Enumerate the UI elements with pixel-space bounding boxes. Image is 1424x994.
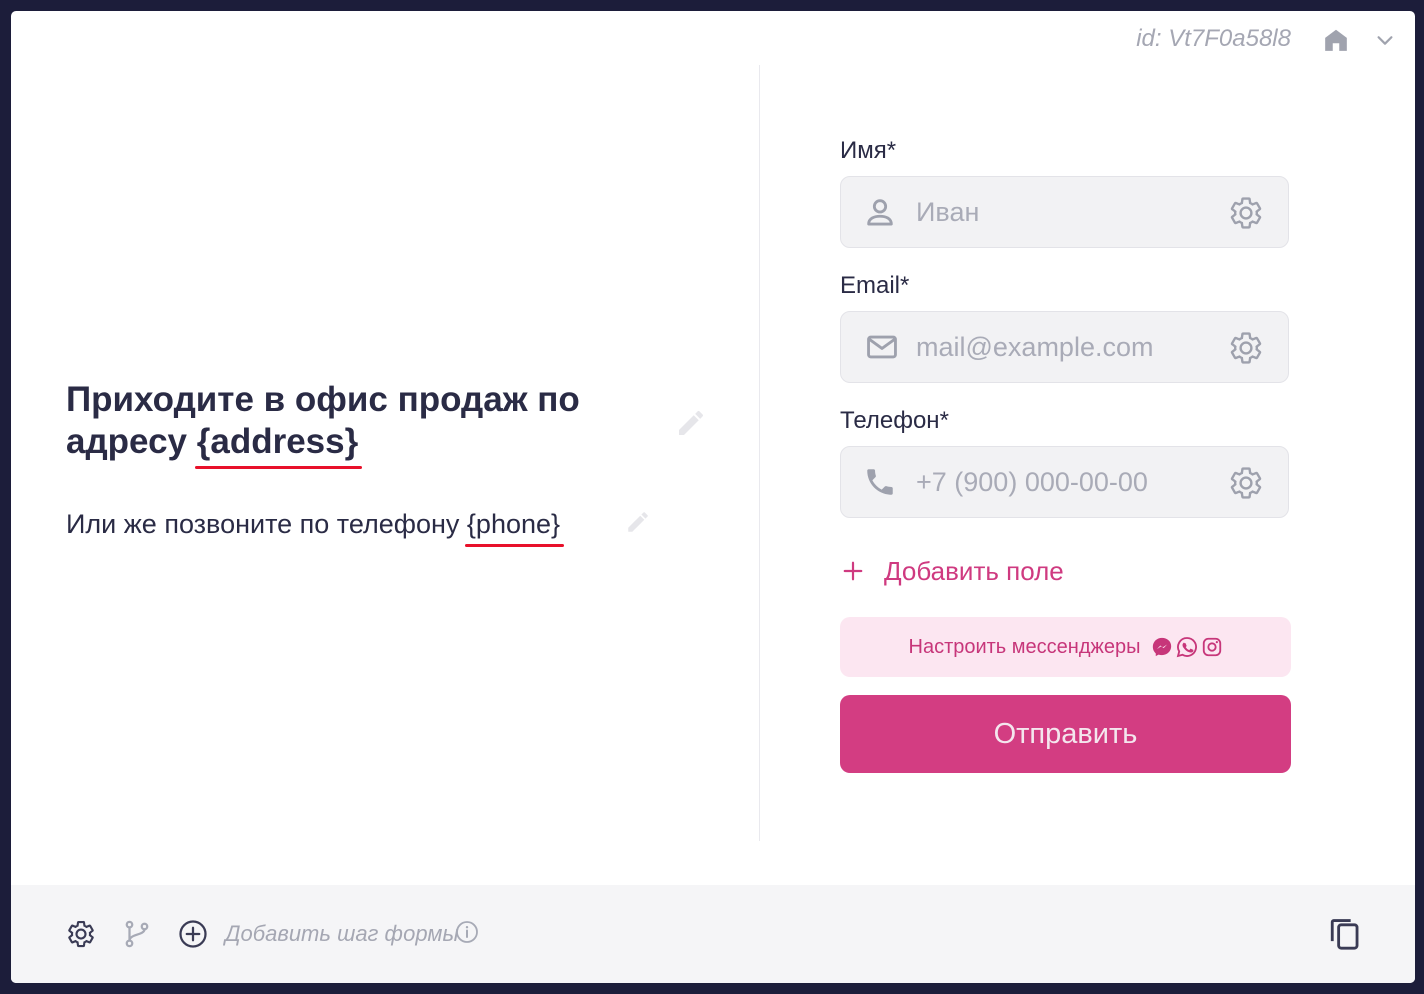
home-icon[interactable]	[1323, 27, 1349, 53]
phone-settings-gear-icon[interactable]	[1228, 465, 1264, 501]
name-field[interactable]	[840, 176, 1289, 248]
submit-button[interactable]: Отправить	[840, 695, 1291, 773]
email-settings-gear-icon[interactable]	[1228, 330, 1264, 366]
email-input[interactable]	[916, 312, 1206, 382]
user-icon	[867, 199, 893, 226]
address-token[interactable]: {address}	[194, 421, 363, 469]
phone-field[interactable]	[840, 446, 1289, 518]
headline-text[interactable]: Приходите в офис продаж по адресу {addre…	[66, 379, 626, 469]
widget-id: id: Vt7F0a58l8	[1136, 25, 1291, 52]
sub-text[interactable]: Или же позвоните по телефону {phone}	[66, 507, 565, 547]
edit-sub-pencil-icon[interactable]	[625, 509, 651, 535]
phone-token[interactable]: {phone}	[464, 507, 565, 547]
email-field[interactable]	[840, 311, 1289, 383]
messenger-icon	[1152, 637, 1171, 657]
phone-input[interactable]	[916, 447, 1206, 517]
bottom-toolbar: Добавить шаг формы	[11, 885, 1415, 983]
configure-messengers-button[interactable]: Настроить мессенджеры	[840, 617, 1291, 677]
step-settings-gear-icon[interactable]	[66, 919, 96, 949]
name-settings-gear-icon[interactable]	[1228, 195, 1264, 231]
info-icon[interactable]	[455, 920, 479, 944]
messengers-label: Настроить мессенджеры	[908, 635, 1141, 658]
phone-label: Телефон*	[840, 407, 949, 434]
form-step-card: id: Vt7F0a58l8 Приходите в офис продаж п…	[11, 11, 1415, 983]
column-divider	[759, 65, 760, 841]
edit-headline-pencil-icon[interactable]	[675, 407, 707, 439]
add-field-label: Добавить поле	[884, 555, 1064, 586]
plus-icon	[843, 561, 863, 581]
chevron-down-icon[interactable]	[1374, 29, 1396, 51]
name-label: Имя*	[840, 137, 897, 164]
copy-icon[interactable]	[1328, 917, 1362, 951]
add-field-button[interactable]: Добавить поле	[840, 554, 1064, 588]
sub-static: Или же позвоните по телефону	[66, 509, 467, 539]
messenger-icons	[1149, 636, 1223, 658]
phone-icon	[867, 469, 893, 495]
mail-icon	[867, 335, 897, 359]
plus-circle-icon[interactable]	[178, 919, 208, 949]
branch-icon[interactable]	[122, 919, 152, 949]
instagram-icon	[1202, 637, 1221, 657]
email-label: Email*	[840, 272, 910, 299]
add-form-step-button[interactable]: Добавить шаг формы	[225, 921, 459, 947]
name-input[interactable]	[916, 177, 1206, 247]
whatsapp-icon	[1176, 637, 1197, 658]
